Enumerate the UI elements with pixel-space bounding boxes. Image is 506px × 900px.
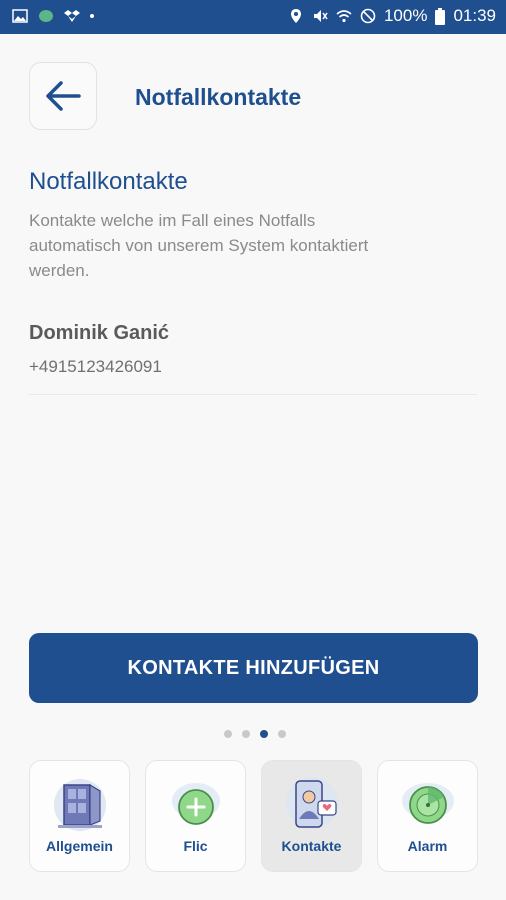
- tab-label: Alarm: [407, 838, 448, 854]
- wifi-icon: [336, 10, 352, 23]
- section-title: Notfallkontakte: [29, 168, 188, 195]
- contact-name: Dominik Ganić: [29, 322, 170, 344]
- mute-icon: [313, 10, 328, 22]
- flic-button-icon: [172, 783, 220, 825]
- page-dot: [224, 730, 232, 738]
- notification-icons: [12, 8, 94, 24]
- tab-allgemein[interactable]: Allgemein: [29, 760, 130, 872]
- contact-phone: +4915123426091: [29, 357, 162, 376]
- tab-kontakte[interactable]: Kontakte: [261, 760, 362, 872]
- page-dot: [278, 730, 286, 738]
- tab-label: Allgemein: [46, 838, 113, 854]
- section-description: Kontakte welche im Fall eines Notfalls a…: [29, 211, 369, 280]
- dropbox-icon: [64, 10, 80, 22]
- tab-label: Flic: [183, 838, 208, 854]
- tab-label: Kontakte: [281, 838, 342, 854]
- add-contacts-button[interactable]: KONTAKTE HINZUFÜGEN: [29, 633, 478, 703]
- location-icon: [290, 9, 301, 23]
- contact-list-item[interactable]: Dominik Ganić +4915123426091: [29, 322, 477, 395]
- tab-flic[interactable]: Flic: [145, 760, 246, 872]
- gallery-icon: [12, 9, 28, 23]
- battery-icon: [435, 7, 446, 25]
- status-bar: 100% 01:39: [0, 0, 506, 34]
- page-indicator: [224, 730, 286, 738]
- door-illustration-icon: [54, 779, 106, 831]
- do-not-disturb-icon: [360, 8, 376, 24]
- back-button[interactable]: [29, 62, 97, 130]
- page-dot-active: [260, 730, 268, 738]
- arrow-left-icon: [46, 81, 81, 111]
- bottom-tab-bar: Allgemein Flic Kontakte Alarm: [29, 760, 479, 872]
- status-icons: 100% 01:39: [288, 6, 496, 26]
- contact-phone-icon: [286, 777, 338, 829]
- page-title: Notfallkontakte: [135, 84, 302, 110]
- alarm-radar-icon: [402, 783, 454, 824]
- clock: 01:39: [453, 6, 496, 25]
- battery-percentage: 100%: [383, 6, 428, 25]
- messenger-icon: [39, 10, 53, 22]
- tab-alarm[interactable]: Alarm: [377, 760, 478, 872]
- page-dot: [242, 730, 250, 738]
- more-notifications-dot: [90, 14, 94, 18]
